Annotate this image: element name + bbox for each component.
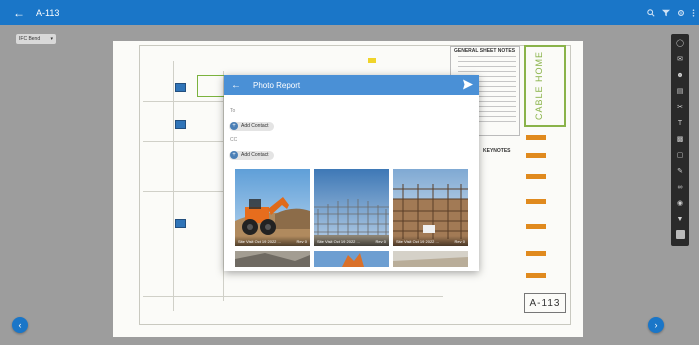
stamp-icon[interactable]: ▩ (674, 134, 686, 145)
photo-image (235, 251, 310, 267)
chevron-right-icon: › (654, 320, 658, 330)
photo-thumbnail[interactable]: Site Visit Oct 19 2022 ... Rev 0 (393, 169, 468, 246)
note-icon[interactable]: ✎ (674, 166, 686, 177)
next-sheet-button[interactable]: › (648, 317, 664, 333)
add-icon: + (230, 122, 238, 130)
plan-tag[interactable] (368, 58, 376, 63)
mail-image-icon[interactable]: ✉ (674, 54, 686, 65)
title-block-label (526, 153, 546, 158)
cut-icon[interactable]: ✂ (674, 102, 686, 113)
markup-toolbar: ◯ ✉ ☻ ▤ ✂ T ▩ ▢ ✎ ∞ ◉ ▼ (671, 34, 689, 246)
photo-thumbnail[interactable]: Site Visit Oct 19 2022 ... Rev 0 (314, 169, 389, 246)
photo-caption: Site Visit Oct 19 2022 ... Rev 0 (314, 236, 389, 246)
plan-line (143, 296, 443, 297)
photo-title: Site Visit Oct 19 2022 ... (238, 239, 281, 244)
settings-icon[interactable] (677, 9, 685, 17)
search-icon[interactable] (647, 8, 655, 17)
app-bar: ← A-113 (0, 0, 699, 25)
photo-title: Site Visit Oct 19 2022 ... (396, 239, 439, 244)
filter-icon[interactable] (662, 9, 670, 17)
photo-thumbnail[interactable] (314, 251, 389, 267)
add-icon: + (230, 151, 238, 159)
plan-highlight[interactable] (197, 75, 225, 97)
plan-marker[interactable] (175, 120, 186, 129)
photo-thumbnail[interactable] (393, 251, 468, 267)
back-arrow-icon[interactable]: ← (8, 6, 30, 20)
plan-marker[interactable] (175, 83, 186, 92)
general-notes-title: GENERAL SHEET NOTES (454, 48, 516, 54)
lasso-icon[interactable]: ◯ (674, 38, 686, 49)
plan-marker[interactable] (175, 219, 186, 228)
send-icon[interactable] (463, 79, 473, 90)
to-add-contact-button[interactable]: + Add Contact (229, 121, 274, 131)
logo-text: CABLE HOME (534, 51, 544, 121)
plan-line (173, 61, 174, 311)
photo-rev: Rev 0 (454, 239, 465, 244)
photo-image (393, 251, 468, 267)
title-block-label (526, 224, 546, 229)
camera-icon[interactable]: ◉ (674, 198, 686, 209)
photo-image (235, 169, 310, 246)
photo-caption: Site Visit Oct 19 2022 ... Rev 0 (235, 236, 310, 246)
previous-sheet-button[interactable]: ‹ (12, 317, 28, 333)
cc-section: CC + Add Contact (224, 137, 479, 161)
photo-image (314, 251, 389, 267)
location-pin-icon[interactable]: ▼ (674, 214, 686, 225)
photo-thumbnail[interactable] (235, 251, 310, 267)
photo-title: Site Visit Oct 19 2022 ... (317, 239, 360, 244)
title-block-label (526, 174, 546, 179)
appbar-actions (647, 0, 695, 25)
comment-icon[interactable]: ▤ (674, 86, 686, 97)
link-icon[interactable]: ∞ (674, 182, 686, 193)
to-label: To (230, 108, 236, 114)
photo-rev: Rev 0 (296, 239, 307, 244)
title-block-logo (524, 45, 566, 127)
more-vertical-icon[interactable] (692, 8, 695, 17)
layers-icon[interactable] (675, 230, 685, 239)
photo-thumbnail[interactable]: Site Visit Oct 19 2022 ... Rev 0 (235, 169, 310, 246)
dialog-header: ← Photo Report (224, 75, 479, 95)
photo-image (314, 169, 389, 246)
layer-dropdown-value: IFC Bend (19, 36, 41, 42)
photo-caption: Site Visit Oct 19 2022 ... Rev 0 (393, 236, 468, 246)
layer-dropdown[interactable]: IFC Bend ▾ (16, 34, 56, 44)
photo-rev: Rev 0 (375, 239, 386, 244)
add-contact-label: Add Contact (241, 123, 269, 129)
person-tag-icon[interactable]: ☻ (674, 70, 686, 81)
photo-image (393, 169, 468, 246)
photo-report-dialog: ← Photo Report To + Add Contact CC + Add… (224, 75, 479, 271)
cc-add-contact-button[interactable]: + Add Contact (229, 150, 274, 160)
cc-label: CC (230, 137, 238, 143)
text-icon[interactable]: T (674, 118, 686, 129)
dialog-back-arrow-icon[interactable]: ← (228, 80, 244, 91)
keynotes-title: KEYNOTES (483, 148, 511, 154)
dialog-title: Photo Report (253, 80, 301, 90)
to-section: To + Add Contact (224, 108, 479, 132)
chevron-left-icon: ‹ (18, 320, 22, 330)
title-block-label (526, 251, 546, 256)
title-block-label (526, 135, 546, 140)
shape-icon[interactable]: ▢ (674, 150, 686, 161)
title-block-label (526, 273, 546, 278)
sheet-number: A-113 (524, 293, 566, 313)
add-contact-label: Add Contact (241, 152, 269, 158)
title-block-label (526, 199, 546, 204)
page-title: A-113 (36, 7, 60, 18)
chevron-down-icon: ▾ (50, 36, 53, 42)
